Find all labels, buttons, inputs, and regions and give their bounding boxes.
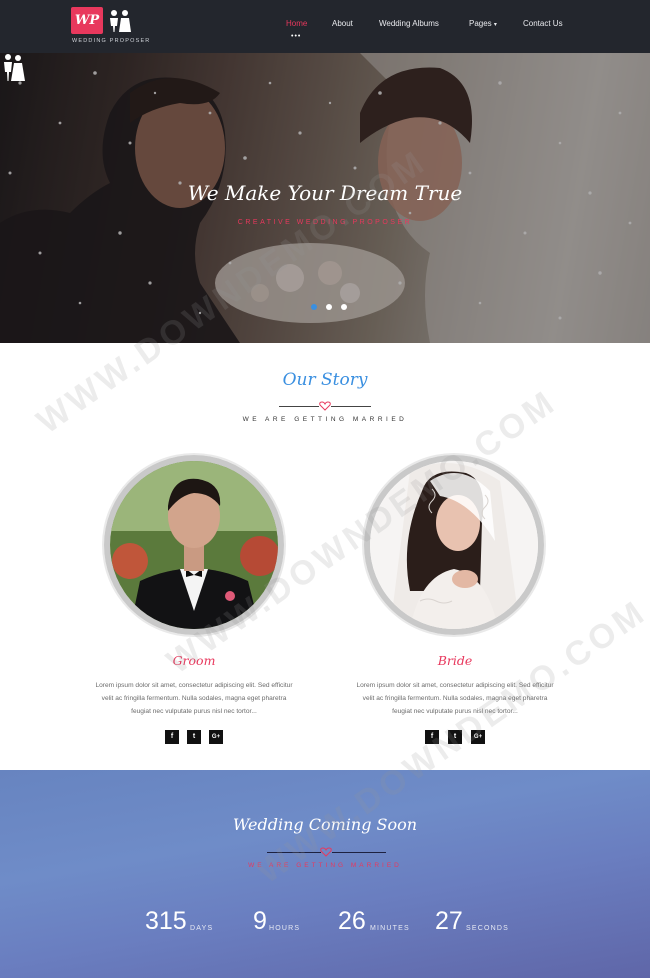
slider-pagination [309, 304, 349, 314]
twitter-icon[interactable]: t [187, 730, 201, 744]
nav-home[interactable]: Home [286, 19, 307, 28]
hero-title: We Make Your Dream True [187, 181, 463, 205]
slider-dot-2[interactable] [326, 304, 332, 310]
navbar: WP WEDDING PROPOSER Home About Wedding A… [0, 0, 650, 53]
divider-right [331, 406, 371, 407]
slider-dot-1[interactable] [311, 304, 317, 310]
nav-wedding-albums[interactable]: Wedding Albums [379, 19, 439, 28]
hero-slider: We Make Your Dream True CREATIVE WEDDING… [0, 53, 650, 343]
divider-left [279, 406, 319, 407]
countdown-seconds: 27 [435, 907, 463, 935]
countdown-seconds-label: SECONDS [466, 925, 510, 932]
groom-description-line: Lorem ipsum dolor sit amet, consectetur … [95, 682, 293, 689]
nav-about[interactable]: About [332, 19, 353, 28]
nav-contact-us[interactable]: Contact Us [523, 19, 563, 28]
countdown-hours-label: HOURS [269, 925, 301, 932]
divider-right [332, 852, 386, 853]
google-plus-icon[interactable]: G+ [209, 730, 223, 744]
nav-pages-label: Pages [469, 19, 492, 28]
countdown-minutes: 26 [338, 907, 366, 935]
countdown-hours: 9 [253, 907, 267, 935]
countdown-minutes-label: MINUTES [370, 925, 410, 932]
groom-description: Lorem ipsum dolor sit amet, consectetur … [69, 679, 319, 718]
heart-icon [319, 401, 331, 411]
countdown-days-label: DAYS [190, 925, 214, 932]
slider-dot-3[interactable] [341, 304, 347, 310]
groom-description-line: feugiat nec vulputate purus nisl nec tor… [131, 708, 257, 715]
nav-pages[interactable]: Pages ▾ [469, 19, 497, 28]
couple-icon [4, 54, 25, 81]
countdown-subtitle: WE ARE GETTING MARRIED [248, 862, 402, 869]
countdown-section: Wedding Coming Soon WE ARE GETTING MARRI… [0, 770, 650, 978]
active-indicator: ••• [291, 33, 302, 40]
groom-description-line: velit ac fringilla fermentum. Nulla soda… [101, 695, 287, 702]
countdown-days: 315 [145, 907, 187, 935]
facebook-icon[interactable]: f [165, 730, 179, 744]
main-nav: Home About Wedding Albums Pages ▾ Contac… [0, 19, 650, 39]
chevron-down-icon: ▾ [493, 22, 497, 28]
